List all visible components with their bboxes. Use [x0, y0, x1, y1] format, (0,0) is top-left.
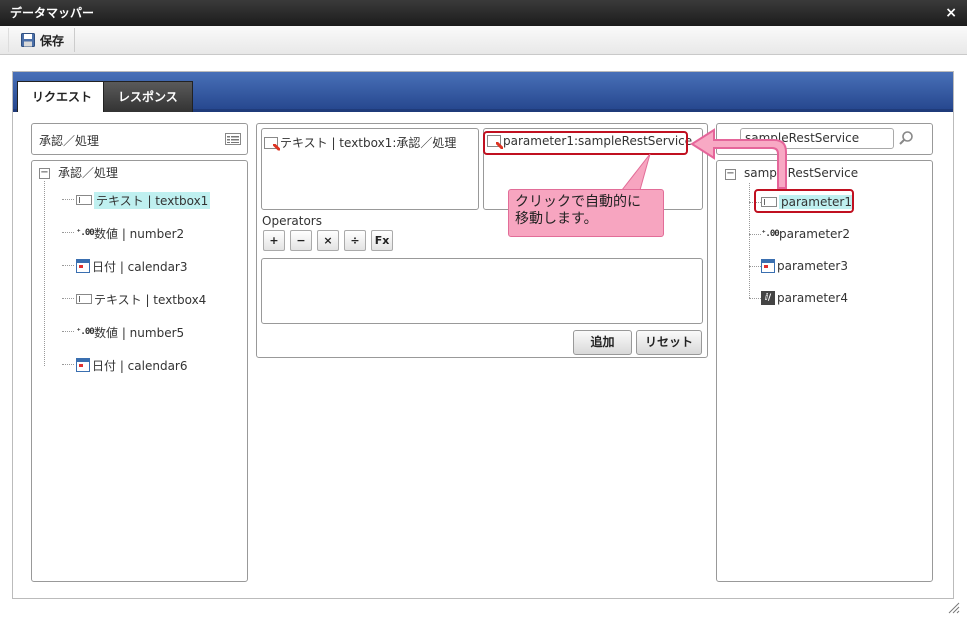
- tree-line: [44, 181, 45, 366]
- tree-item-label: 数値 | number2: [94, 226, 185, 241]
- number-icon: ⁺.00: [76, 228, 95, 238]
- tab-request[interactable]: リクエスト: [17, 81, 108, 112]
- tree-item-label: parameter2: [779, 227, 850, 241]
- calendar-icon: [761, 259, 775, 273]
- tooltip-callout: クリックで自動的に 移動します。: [508, 189, 664, 237]
- tree-line: [62, 265, 74, 266]
- callout-line1: クリックで自動的に: [515, 194, 641, 210]
- left-header-title: 承認／処理: [39, 134, 100, 148]
- op-fx-button[interactable]: Fx: [371, 230, 393, 251]
- callout-pointer: [620, 153, 651, 191]
- tree-line: [62, 199, 74, 200]
- list-view-icon[interactable]: [225, 133, 241, 145]
- calendar-icon: [76, 259, 90, 273]
- op-divide-button[interactable]: ÷: [344, 230, 366, 251]
- reset-button[interactable]: リセット: [636, 330, 702, 355]
- textbox-icon: [76, 195, 92, 205]
- tree-item-number2[interactable]: ⁺.00 数値 | number2: [76, 224, 184, 242]
- tree-item-number5[interactable]: ⁺.00 数値 | number5: [76, 323, 184, 341]
- left-header-panel: 承認／処理: [31, 123, 248, 155]
- tree-line: [62, 232, 74, 233]
- tree-item-parameter2[interactable]: ⁺.00 parameter2: [761, 225, 850, 243]
- close-icon[interactable]: ×: [945, 0, 957, 26]
- tree-line: [749, 183, 750, 298]
- tab-bar: リクエスト レスポンス: [13, 72, 953, 112]
- tree-item-label: 数値 | number5: [94, 325, 185, 340]
- tree-item-label: parameter4: [777, 291, 848, 305]
- tree-item-parameter3[interactable]: parameter3: [761, 257, 848, 275]
- number-icon: ⁺.00: [761, 229, 780, 239]
- tree-item-label: テキスト | textbox1: [94, 191, 211, 209]
- window-title: データマッパー: [10, 6, 95, 20]
- save-label: 保存: [40, 33, 65, 48]
- op-minus-button[interactable]: −: [290, 230, 312, 251]
- window-titlebar: データマッパー ×: [0, 0, 967, 26]
- number-icon: ⁺.00: [76, 327, 95, 337]
- tree-line: [62, 364, 74, 365]
- tree-root[interactable]: 承認／処理: [58, 163, 118, 181]
- mapped-field-icon: [264, 136, 278, 149]
- tree-item-label: テキスト | textbox4: [94, 292, 207, 307]
- tree-item-calendar6[interactable]: 日付 | calendar6: [76, 356, 188, 374]
- op-multiply-button[interactable]: ×: [317, 230, 339, 251]
- tree-item-label: 日付 | calendar6: [92, 358, 188, 373]
- floppy-disk-icon: [21, 33, 35, 47]
- tree-item-calendar3[interactable]: 日付 | calendar3: [76, 257, 188, 275]
- parameter1-highlight: [754, 189, 854, 213]
- toolbar: 保存: [0, 26, 967, 55]
- search-icon[interactable]: [898, 130, 914, 146]
- tree-item-textbox4[interactable]: テキスト | textbox4: [76, 290, 206, 308]
- move-arrow-icon: [690, 128, 787, 189]
- tree-line: [62, 331, 74, 332]
- operators-label: Operators: [262, 214, 322, 228]
- tree-item-parameter4[interactable]: ⅈ/ parameter4: [761, 289, 848, 307]
- callout-line2: 移動します。: [515, 211, 598, 227]
- tree-line: [749, 298, 761, 299]
- right-tree-panel: − sampleRestService parameter1 ⁺.00 para…: [716, 160, 933, 582]
- source-field-box[interactable]: テキスト | textbox1:承認／処理: [261, 128, 479, 210]
- source-field-label: テキスト | textbox1:承認／処理: [280, 136, 457, 150]
- format-icon: ⅈ/: [761, 291, 775, 305]
- add-button[interactable]: 追加: [573, 330, 632, 355]
- collapse-icon[interactable]: −: [39, 168, 50, 179]
- tree-item-label: parameter3: [777, 259, 848, 273]
- tree-line: [62, 298, 74, 299]
- tree-line: [749, 234, 761, 235]
- tree-item-textbox1[interactable]: テキスト | textbox1: [76, 191, 211, 209]
- left-tree-panel: − 承認／処理 テキスト | textbox1 ⁺.00 数値 | number…: [31, 160, 248, 582]
- source-field: テキスト | textbox1:承認／処理: [264, 134, 456, 151]
- calendar-icon: [76, 358, 90, 372]
- tree-line: [749, 266, 761, 267]
- op-plus-button[interactable]: +: [263, 230, 285, 251]
- save-button[interactable]: 保存: [8, 28, 76, 52]
- tree-item-label: 日付 | calendar3: [92, 259, 188, 274]
- expression-textarea[interactable]: [261, 258, 703, 324]
- tree-root-label: 承認／処理: [58, 165, 119, 180]
- tab-response[interactable]: レスポンス: [103, 81, 193, 112]
- resize-grip-icon[interactable]: [948, 602, 960, 614]
- textbox-icon: [76, 294, 92, 304]
